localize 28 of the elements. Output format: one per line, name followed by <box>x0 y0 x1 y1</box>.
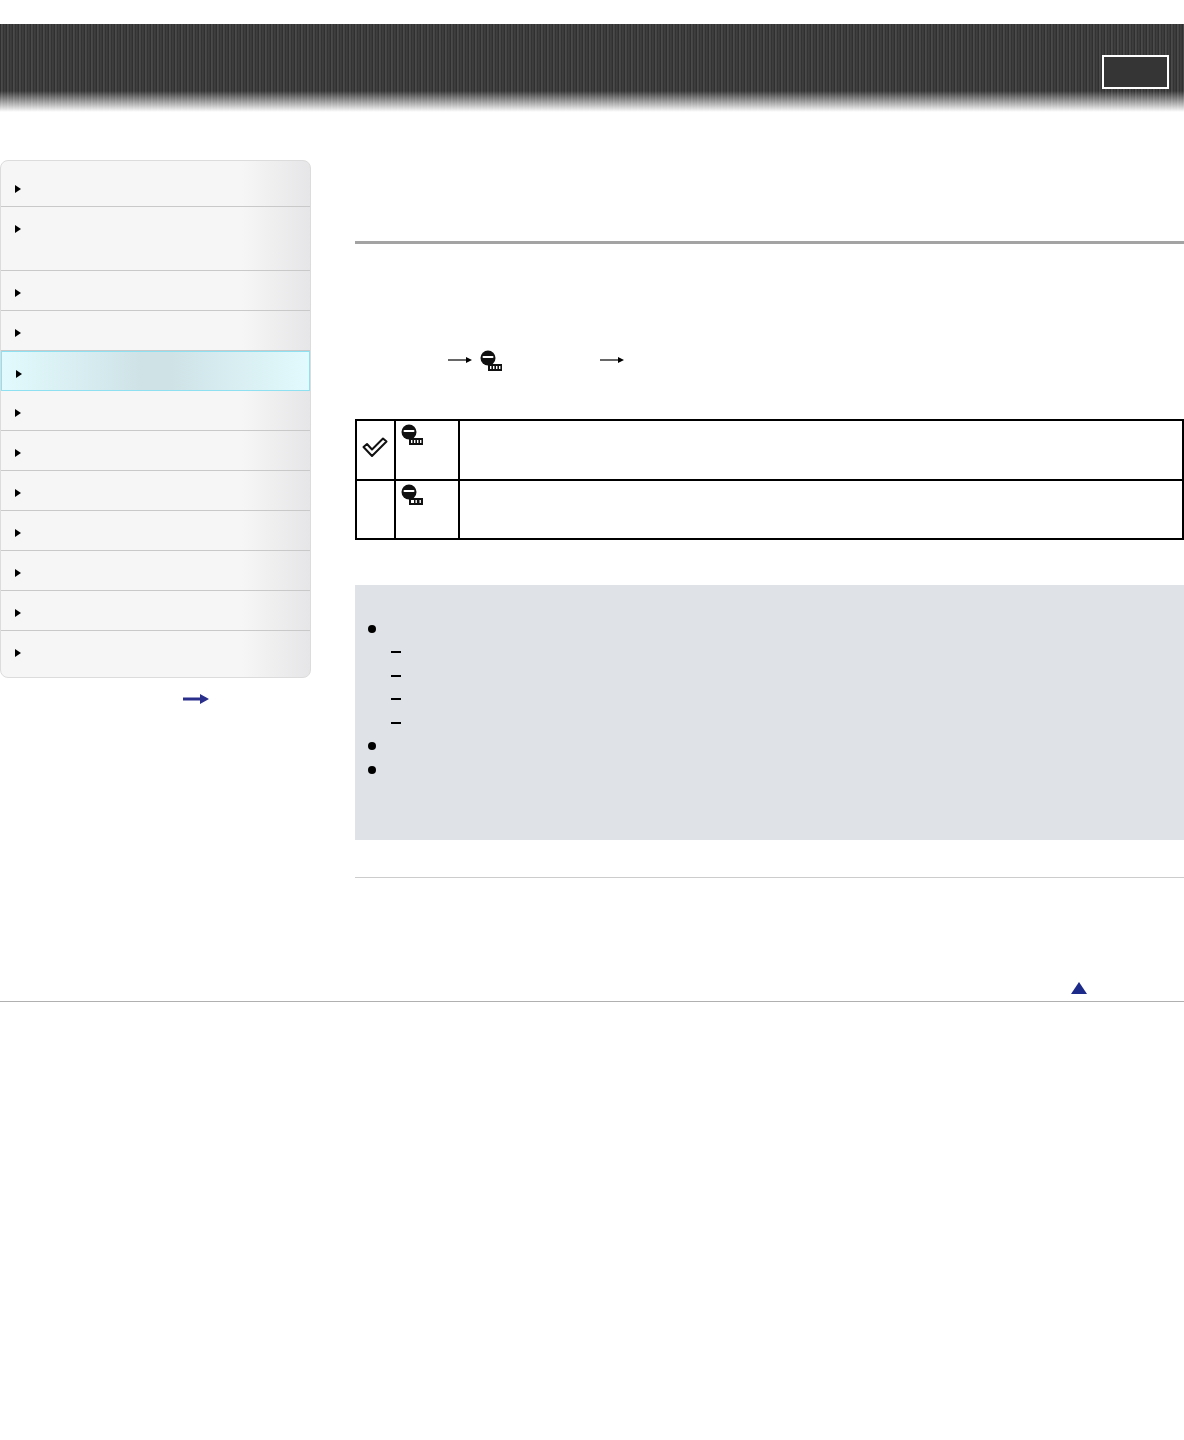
triangle-icon <box>15 449 21 457</box>
dash-icon <box>391 721 401 724</box>
dash-icon <box>391 651 401 654</box>
triangle-icon <box>15 649 21 657</box>
triangle-icon <box>15 569 21 577</box>
triangle-icon <box>16 370 22 378</box>
triangle-icon <box>15 409 21 417</box>
right-arrow-icon[interactable] <box>183 694 209 704</box>
head-icon <box>401 484 423 505</box>
head-icon <box>480 349 502 371</box>
head-icon <box>401 424 423 445</box>
dash-icon <box>391 674 401 677</box>
dash-icon <box>391 698 401 701</box>
arrow-icon <box>600 355 624 365</box>
triangle-icon <box>15 289 21 297</box>
bullet-icon <box>368 742 376 751</box>
triangle-icon <box>15 609 21 617</box>
sidebar-item[interactable] <box>1 351 310 391</box>
triangle-icon <box>15 489 21 497</box>
bullet-icon <box>368 624 376 633</box>
header-button[interactable] <box>1102 55 1169 89</box>
arrow-icon <box>448 355 472 365</box>
triangle-icon <box>15 529 21 537</box>
triangle-icon <box>15 225 21 233</box>
triangle-icon <box>15 185 21 193</box>
up-triangle-icon[interactable] <box>1071 982 1087 994</box>
triangle-icon <box>15 329 21 337</box>
bullet-icon <box>368 765 376 774</box>
